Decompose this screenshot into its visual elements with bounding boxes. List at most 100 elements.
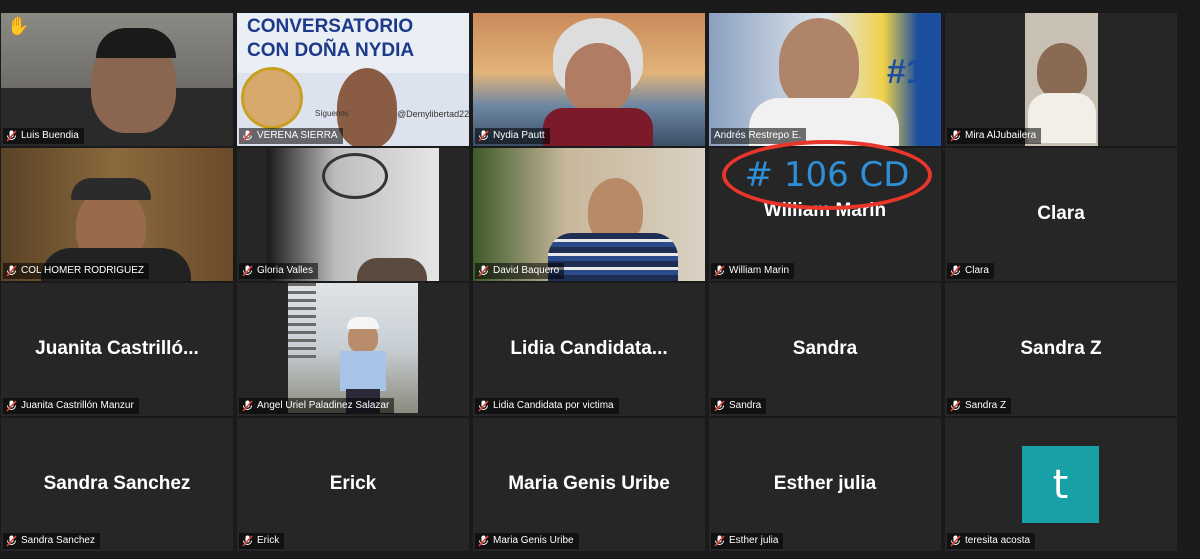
tile-gloria-valles[interactable]: Gloria Valles xyxy=(237,148,469,281)
tile-teresita-acosta[interactable]: t teresita acosta xyxy=(945,418,1177,551)
banner-handle: @Demylibertad22 xyxy=(397,109,469,119)
muted-mic-icon xyxy=(6,130,17,142)
muted-mic-icon xyxy=(950,130,961,142)
participant-name: Esther julia xyxy=(729,535,779,546)
participant-display-name: Maria Genis Uribe xyxy=(508,472,670,494)
participant-name: Lidia Candidata por victima xyxy=(493,400,614,411)
participant-name: COL HOMER RODRIGUEZ xyxy=(21,265,144,276)
participant-display-name: Clara xyxy=(1037,202,1085,224)
video-feed xyxy=(1025,13,1098,146)
participant-name: Mira AlJubailera xyxy=(965,130,1037,141)
participant-name: Sandra Z xyxy=(965,400,1007,411)
participant-name: Erick xyxy=(257,535,280,546)
tile-andres-restrepo[interactable]: #1 Andrés Restrepo E. xyxy=(709,13,941,146)
participant-display-name: Lidia Candidata... xyxy=(510,337,668,359)
muted-mic-icon xyxy=(478,400,489,412)
muted-mic-icon xyxy=(6,400,17,412)
tile-esther-julia[interactable]: Esther julia Esther julia xyxy=(709,418,941,551)
muted-mic-icon xyxy=(950,265,961,277)
participant-display-name: Sandra xyxy=(792,337,858,359)
participant-name: Sandra Sanchez xyxy=(21,535,95,546)
participant-name: Sandra xyxy=(729,400,762,411)
participant-label: Maria Genis Uribe xyxy=(475,533,579,549)
participant-label: Nydia Pautt xyxy=(475,128,550,144)
participant-label: Luis Buendia xyxy=(3,128,84,144)
video-feed xyxy=(473,13,705,146)
participant-display-name: Sandra Z xyxy=(1020,337,1102,359)
muted-mic-icon xyxy=(242,130,253,142)
profile-photo xyxy=(288,283,418,413)
tile-lidia-candidata[interactable]: Lidia Candidata... Lidia Candidata por v… xyxy=(473,283,705,416)
muted-mic-icon xyxy=(242,400,253,412)
muted-mic-icon xyxy=(478,265,489,277)
participant-label: Juanita Castrillón Manzur xyxy=(3,398,139,414)
participant-display-name: Erick xyxy=(329,472,377,494)
muted-mic-icon xyxy=(950,400,961,412)
muted-mic-icon xyxy=(6,535,17,547)
participant-label: Sandra Sanchez xyxy=(3,533,100,549)
participant-label: Mira AlJubailera xyxy=(947,128,1042,144)
annotation-number: # 106 CD xyxy=(744,155,910,195)
participant-label: Gloria Valles xyxy=(239,263,318,279)
muted-mic-icon xyxy=(714,535,725,547)
tile-david-baquero[interactable]: David Baquero xyxy=(473,148,705,281)
tile-juanita-castrillon[interactable]: Juanita Castrilló... Juanita Castrillón … xyxy=(1,283,233,416)
muted-mic-icon xyxy=(478,130,489,142)
participant-name: Nydia Pautt xyxy=(493,130,545,141)
tile-sandra-z[interactable]: Sandra Z Sandra Z xyxy=(945,283,1177,416)
participant-name: Juanita Castrillón Manzur xyxy=(21,400,134,411)
participant-name: Gloria Valles xyxy=(257,265,313,276)
participant-name: William Marin xyxy=(729,265,789,276)
participant-name: VERENA SIERRA xyxy=(257,130,338,141)
video-feed xyxy=(1,148,233,281)
tile-col-homer-rodriguez[interactable]: COL HOMER RODRIGUEZ xyxy=(1,148,233,281)
raise-hand-icon: ✋ xyxy=(7,16,30,36)
banner-follow: Síguenos xyxy=(315,109,349,118)
video-feed xyxy=(473,148,705,281)
muted-mic-icon xyxy=(714,400,725,412)
participant-label: Lidia Candidata por victima xyxy=(475,398,619,414)
video-feed xyxy=(1,13,233,146)
video-feed xyxy=(267,148,439,281)
participant-label: William Marin xyxy=(711,263,794,279)
tile-erick[interactable]: Erick Erick xyxy=(237,418,469,551)
tile-maria-genis-uribe[interactable]: Maria Genis Uribe Maria Genis Uribe xyxy=(473,418,705,551)
tile-nydia-pautt[interactable]: Nydia Pautt xyxy=(473,13,705,146)
video-feed: CONVERSATORIO CON DOÑA NYDIA @Demyliberta… xyxy=(237,13,469,146)
participant-display-name: Esther julia xyxy=(773,472,877,494)
muted-mic-icon xyxy=(6,265,17,277)
participant-label: David Baquero xyxy=(475,263,565,279)
muted-mic-icon xyxy=(714,265,725,277)
tile-luis-buendia[interactable]: ✋ Luis Buendia xyxy=(1,13,233,146)
tile-mira-aljubailera[interactable]: Mira AlJubailera xyxy=(945,13,1177,146)
participant-name: Luis Buendia xyxy=(21,130,79,141)
participant-name: David Baquero xyxy=(493,265,560,276)
tile-verena-sierra[interactable]: CONVERSATORIO CON DOÑA NYDIA @Demyliberta… xyxy=(237,13,469,146)
participant-display-name: Juanita Castrilló... xyxy=(35,337,199,359)
participant-label: VERENA SIERRA xyxy=(239,128,343,144)
banner-line-2: CON DOÑA NYDIA xyxy=(247,40,415,61)
circled-annotation: # 106 CD xyxy=(722,140,932,210)
tile-sandra[interactable]: Sandra Sandra xyxy=(709,283,941,416)
participant-label: Esther julia xyxy=(711,533,784,549)
tile-clara[interactable]: Clara Clara xyxy=(945,148,1177,281)
virtual-background-banner: CONVERSATORIO CON DOÑA NYDIA xyxy=(237,13,469,73)
muted-mic-icon xyxy=(950,535,961,547)
participant-label: Clara xyxy=(947,263,994,279)
participant-label: Erick xyxy=(239,533,285,549)
avatar: t xyxy=(1022,446,1099,523)
tile-sandra-sanchez[interactable]: Sandra Sanchez Sandra Sanchez xyxy=(1,418,233,551)
participant-name: Maria Genis Uribe xyxy=(493,535,574,546)
muted-mic-icon xyxy=(478,535,489,547)
participant-name: Angel Uriel Paladinez Salazar xyxy=(257,400,390,411)
participant-name: teresita acosta xyxy=(965,535,1031,546)
participant-name: Clara xyxy=(965,265,989,276)
participant-display-name: Sandra Sanchez xyxy=(43,472,191,494)
muted-mic-icon xyxy=(242,535,253,547)
video-feed: #1 xyxy=(709,13,941,146)
participant-label: Sandra Z xyxy=(947,398,1012,414)
participant-label: teresita acosta xyxy=(947,533,1036,549)
muted-mic-icon xyxy=(242,265,253,277)
tile-angel-uriel[interactable]: Angel Uriel Paladinez Salazar xyxy=(237,283,469,416)
participant-label: Sandra xyxy=(711,398,767,414)
